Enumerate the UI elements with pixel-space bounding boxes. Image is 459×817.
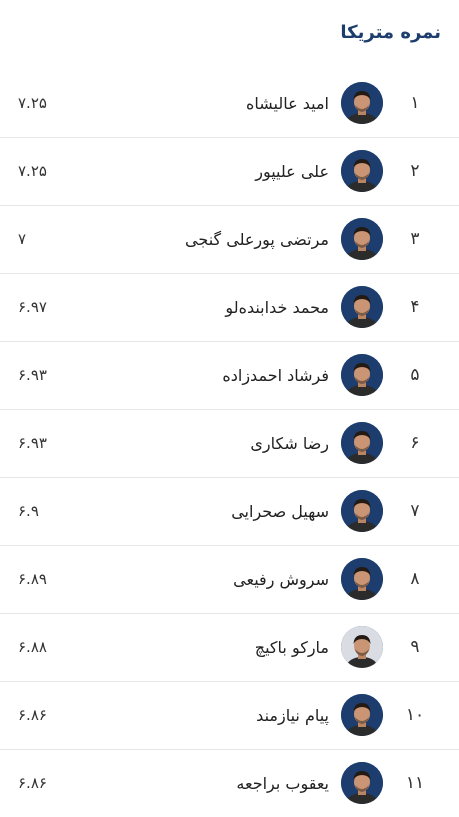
player-avatar — [341, 422, 383, 464]
player-name: امید عالیشاه — [246, 94, 329, 113]
player-row[interactable]: ۲ علی علیپور ۷.۲۵ — [0, 138, 459, 206]
player-rank: ۱ — [410, 93, 420, 113]
player-name: سروش رفیعی — [233, 570, 329, 589]
player-score: ۶.۹ — [18, 502, 39, 520]
player-score: ۷.۲۵ — [18, 94, 47, 112]
player-row[interactable]: ۹ مارکو باکیچ ۶.۸۸ — [0, 614, 459, 682]
player-name: علی علیپور — [255, 162, 329, 181]
player-row[interactable]: ۶ رضا شکاری ۶.۹۳ — [0, 410, 459, 478]
player-name: محمد خدابنده‌لو — [225, 298, 329, 317]
player-row[interactable]: ۱۰ پیام نیازمند ۶.۸۶ — [0, 682, 459, 750]
player-score: ۷.۲۵ — [18, 162, 47, 180]
player-avatar — [341, 82, 383, 124]
player-score: ۶.۸۶ — [18, 706, 47, 724]
player-row[interactable]: ۵ فرشاد احمدزاده ۶.۹۳ — [0, 342, 459, 410]
player-name: سهیل صحرایی — [231, 502, 329, 521]
player-row[interactable]: ۱ امید عالیشاه ۷.۲۵ — [0, 70, 459, 138]
player-name: مرتضی پورعلی گنجی — [185, 230, 329, 249]
player-score: ۶.۹۳ — [18, 434, 47, 452]
player-score: ۶.۸۸ — [18, 638, 47, 656]
player-avatar — [341, 150, 383, 192]
player-row[interactable]: ۳ مرتضی پورعلی گنجی ۷ — [0, 206, 459, 274]
player-score: ۶.۸۹ — [18, 570, 47, 588]
page-title: نمره متریکا — [340, 22, 441, 43]
player-row[interactable]: ۸ سروش رفیعی ۶.۸۹ — [0, 546, 459, 614]
player-score: ۷ — [18, 230, 27, 248]
player-name: یعقوب براجعه — [236, 774, 329, 793]
player-rank: ۹ — [410, 637, 420, 657]
player-score: ۶.۹۳ — [18, 366, 47, 384]
player-avatar — [341, 558, 383, 600]
player-name: مارکو باکیچ — [254, 638, 329, 657]
player-row[interactable]: ۱۱ یعقوب براجعه ۶.۸۶ — [0, 750, 459, 817]
player-avatar — [341, 286, 383, 328]
player-rank: ۲ — [410, 161, 420, 181]
player-avatar — [341, 762, 383, 804]
player-avatar — [341, 354, 383, 396]
player-score: ۶.۸۶ — [18, 774, 47, 792]
player-avatar — [341, 490, 383, 532]
player-avatar — [341, 626, 383, 668]
player-rank: ۱۰ — [405, 705, 425, 725]
player-avatar — [341, 694, 383, 736]
player-rank: ۸ — [410, 569, 420, 589]
player-ranking-list: ۱ امید عالیشاه ۷.۲۵ ۲ علی علیپور ۷.۲۵ ۳ مرتض… — [0, 70, 459, 817]
player-score: ۶.۹۷ — [18, 298, 47, 316]
player-name: فرشاد احمدزاده — [222, 366, 329, 385]
player-row[interactable]: ۴ محمد خدابنده‌لو ۶.۹۷ — [0, 274, 459, 342]
player-rank: ۶ — [410, 433, 420, 453]
player-rank: ۷ — [410, 501, 420, 521]
player-rank: ۴ — [410, 297, 420, 317]
player-rank: ۱۱ — [405, 773, 425, 793]
player-rank: ۳ — [410, 229, 420, 249]
metrica-ratings-page: نمره متریکا ۱ امید عالیشاه ۷.۲۵ ۲ علی علیپ… — [0, 0, 459, 804]
player-rank: ۵ — [410, 365, 420, 385]
player-name: رضا شکاری — [250, 434, 329, 453]
player-avatar — [341, 218, 383, 260]
player-name: پیام نیازمند — [256, 706, 329, 725]
player-row[interactable]: ۷ سهیل صحرایی ۶.۹ — [0, 478, 459, 546]
